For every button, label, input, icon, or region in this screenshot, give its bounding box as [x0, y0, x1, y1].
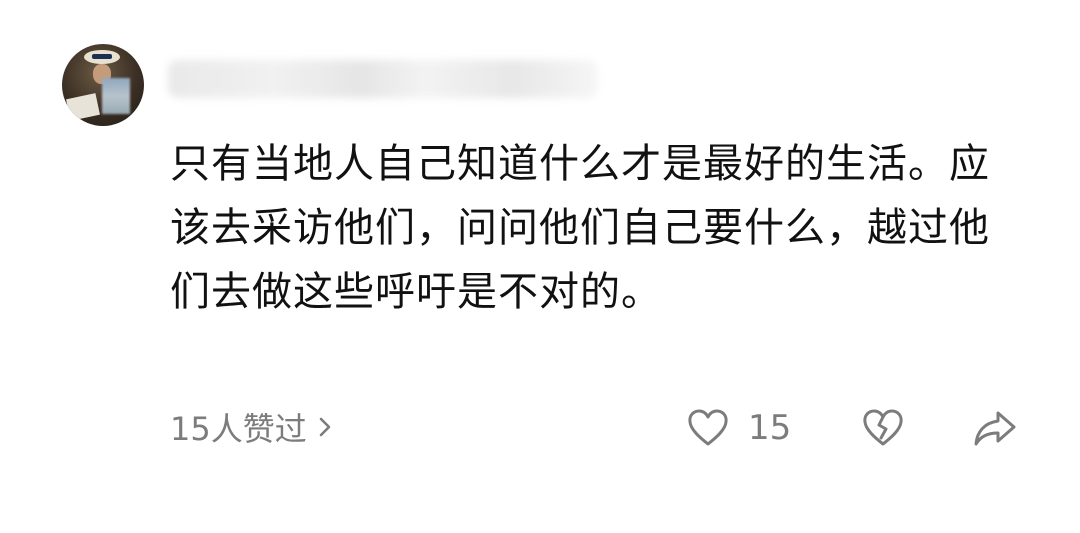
broken-heart-icon: [863, 409, 903, 446]
chevron-right-icon: [319, 417, 331, 437]
like-button[interactable]: 15: [686, 404, 791, 452]
share-arrow-icon: [974, 411, 1016, 446]
avatar-book: [66, 93, 100, 121]
likes-summary-text: 15人赞过: [170, 410, 307, 448]
comment-text: 只有当地人自己知道什么才是最好的生活。应该去采访他们，问问他们自己要什么，越过他…: [170, 141, 990, 315]
avatar-mosaic: [102, 78, 130, 114]
like-count: 15: [748, 408, 792, 448]
likes-summary-link[interactable]: 15人赞过: [170, 404, 333, 450]
heart-outline-icon: [688, 409, 728, 446]
avatar-hat-band: [92, 54, 112, 59]
author-name-redacted[interactable]: [168, 60, 598, 98]
share-button[interactable]: [972, 406, 1018, 450]
avatar[interactable]: [62, 44, 144, 126]
dislike-button[interactable]: [860, 406, 906, 450]
